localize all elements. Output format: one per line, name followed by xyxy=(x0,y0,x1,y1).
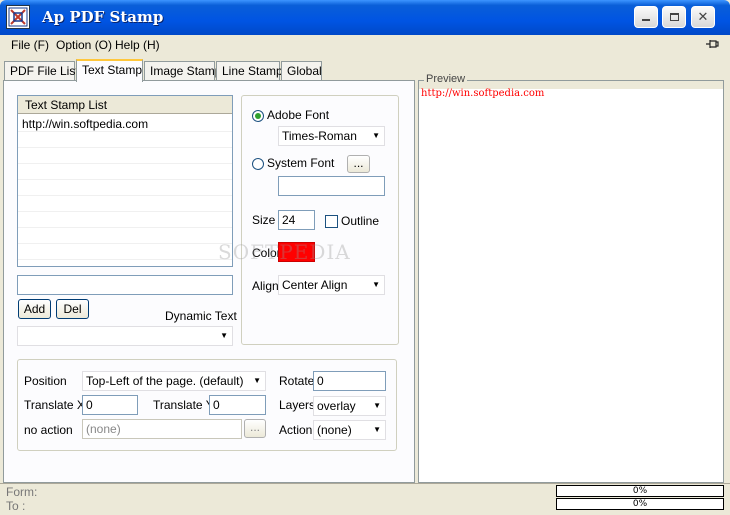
chevron-down-icon: ▼ xyxy=(220,331,228,340)
position-label: Position xyxy=(24,374,67,388)
stamp-text-input[interactable] xyxy=(17,275,233,295)
progress-bar-to: 0% xyxy=(556,498,724,510)
to-label: To : xyxy=(6,499,26,513)
adobe-font-select[interactable]: Times-Roman ▼ xyxy=(278,126,385,146)
form-label: Form: xyxy=(6,485,38,499)
close-icon: ✕ xyxy=(697,9,709,25)
system-font-browse-button[interactable]: ... xyxy=(347,155,370,173)
softpedia-watermark: SOFTPEDIA xyxy=(218,240,351,264)
chevron-down-icon: ▼ xyxy=(372,280,380,289)
adobe-font-value: Times-Roman xyxy=(282,129,357,143)
tab-line-stamp[interactable]: Line Stamp xyxy=(216,61,283,81)
menu-option[interactable]: Option (O) xyxy=(56,38,112,52)
layers-label: Layers xyxy=(279,398,316,412)
chevron-down-icon: ▼ xyxy=(372,131,380,140)
translate-x-label: Translate X xyxy=(24,398,85,412)
rotate-input[interactable]: 0 xyxy=(313,371,386,391)
align-label: Align xyxy=(252,279,279,293)
minimize-icon xyxy=(642,19,650,21)
menu-help[interactable]: Help (H) xyxy=(115,38,160,52)
dynamic-text-label: Dynamic Text xyxy=(165,309,237,323)
tab-image-stamp[interactable]: Image Stamp xyxy=(144,61,221,81)
action-browse-button[interactable]: ... xyxy=(244,419,266,438)
chevron-down-icon: ▼ xyxy=(373,401,381,410)
tab-pdf-file-list[interactable]: PDF File List xyxy=(4,61,79,81)
preview-pane xyxy=(418,80,724,483)
preview-legend: Preview xyxy=(424,73,468,85)
maximize-button[interactable] xyxy=(662,6,686,28)
size-input[interactable]: 24 xyxy=(278,210,315,230)
size-label: Size xyxy=(252,213,276,227)
action-select[interactable]: (none) ▼ xyxy=(313,420,386,440)
progress-bar-form: 0% xyxy=(556,485,724,497)
adobe-font-label: Adobe Font xyxy=(267,108,330,122)
layers-value: overlay xyxy=(317,399,356,413)
layers-select[interactable]: overlay ▼ xyxy=(313,396,386,416)
list-item[interactable]: http://win.softpedia.com xyxy=(22,117,148,131)
window-title: Ap PDF Stamp xyxy=(42,8,164,26)
dynamic-text-select[interactable]: ▼ xyxy=(17,326,233,346)
position-value: Top-Left of the page. (default) xyxy=(86,374,244,388)
system-font-label: System Font xyxy=(267,156,335,170)
preview-stamp-text: http://win.softpedia.com xyxy=(421,88,545,99)
del-button[interactable]: Del xyxy=(56,299,89,319)
tab-global[interactable]: Global xyxy=(281,61,322,81)
app-icon[interactable] xyxy=(6,5,30,29)
chevron-down-icon: ▼ xyxy=(253,376,261,385)
pin-icon[interactable] xyxy=(705,38,719,53)
translate-y-input[interactable]: 0 xyxy=(209,395,266,415)
list-header[interactable]: Text Stamp List xyxy=(18,96,232,114)
close-button[interactable]: ✕ xyxy=(691,6,715,28)
adobe-font-radio[interactable] xyxy=(252,110,264,122)
translate-y-label: Translate Y xyxy=(153,398,214,412)
minimize-button[interactable] xyxy=(634,6,658,28)
no-action-input[interactable]: (none) xyxy=(82,419,242,439)
chevron-down-icon: ▼ xyxy=(373,425,381,434)
add-button[interactable]: Add xyxy=(18,299,51,319)
no-action-label: no action xyxy=(24,423,73,437)
tab-text-stamp[interactable]: Text Stamp xyxy=(76,59,143,82)
align-select[interactable]: Center Align ▼ xyxy=(278,275,385,295)
action-label: Action xyxy=(279,423,313,437)
align-value: Center Align xyxy=(282,278,348,292)
maximize-icon xyxy=(669,13,679,21)
translate-x-input[interactable]: 0 xyxy=(82,395,138,415)
system-font-radio[interactable] xyxy=(252,158,264,170)
action-value: (none) xyxy=(317,423,352,437)
system-font-input[interactable] xyxy=(278,176,385,196)
rotate-label: Rotate xyxy=(279,374,315,388)
outline-label: Outline xyxy=(341,214,380,228)
position-select[interactable]: Top-Left of the page. (default) ▼ xyxy=(82,371,266,391)
outline-checkbox[interactable] xyxy=(325,215,338,228)
menu-file[interactable]: File (F) xyxy=(11,38,49,52)
text-stamp-list[interactable]: Text Stamp List http://win.softpedia.com xyxy=(17,95,233,267)
